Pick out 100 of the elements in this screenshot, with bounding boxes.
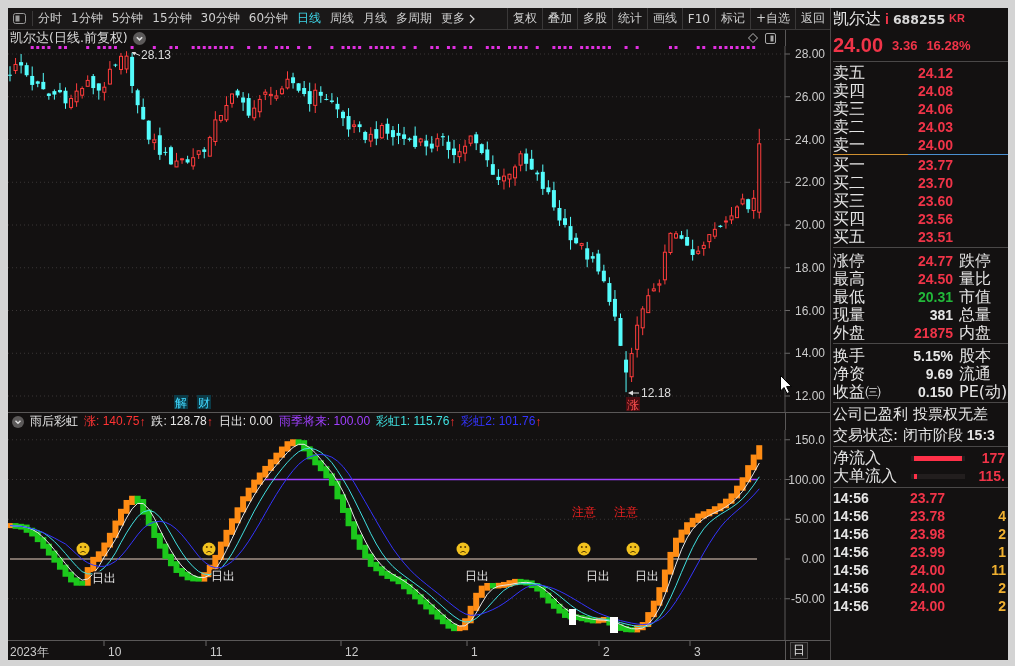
- face-icon: [76, 542, 90, 556]
- trade-status: 交易状态: 闭市阶段: [833, 425, 963, 445]
- sunrise-label: 日出: [635, 569, 659, 583]
- legend-entry: 雨季将来: 100.00: [278, 413, 371, 430]
- flow-value: 177: [980, 450, 1006, 466]
- toolbar-button[interactable]: 叠加: [541, 8, 577, 29]
- period-tab[interactable]: 月线: [363, 10, 388, 27]
- tick-time: 14:56: [833, 544, 870, 560]
- price-axis-label: 22.00: [794, 175, 825, 190]
- panel-toggle-icon[interactable]: [765, 32, 776, 44]
- low-price-label: 12.18: [641, 386, 672, 400]
- period-switch-button[interactable]: 日: [790, 642, 808, 659]
- signal-marker: [569, 609, 576, 625]
- status-time: 15:3: [966, 427, 995, 443]
- ask-level-label: 卖一: [833, 136, 866, 154]
- period-tab[interactable]: 30分钟: [200, 10, 240, 27]
- toolbar-button[interactable]: 标记: [714, 8, 750, 29]
- time-axis-label: 11: [210, 645, 223, 659]
- panel-toggle-icon[interactable]: [13, 13, 26, 24]
- period-tab[interactable]: 60分钟: [248, 10, 289, 27]
- stat-label: 最低: [833, 288, 866, 306]
- stat-label: 现量: [833, 306, 866, 324]
- stat-label: 最高: [833, 270, 866, 288]
- indicator-name: 雨后彩虹: [30, 413, 78, 430]
- tick-time: 14:56: [833, 508, 870, 524]
- bid-price: 23.70: [916, 175, 953, 191]
- stat-label: 收益㈢: [833, 383, 882, 401]
- limit-up-badge[interactable]: 涨: [626, 397, 640, 412]
- last-price: 24.00: [833, 34, 884, 57]
- toolbar-button[interactable]: 多股: [576, 8, 612, 29]
- event-badge[interactable]: 解: [174, 395, 188, 410]
- sunrise-label: 日出: [465, 569, 489, 583]
- ask-price: 24.00: [916, 137, 953, 153]
- toolbar-button[interactable]: 复权: [506, 8, 542, 29]
- dropdown-icon[interactable]: [132, 31, 146, 45]
- signal-marker: [610, 617, 618, 633]
- indicator-axis-label: 150.0: [794, 432, 825, 447]
- bid-price: 23.60: [916, 193, 953, 209]
- bid-price: 23.51: [916, 229, 953, 245]
- collapse-icon[interactable]: [12, 415, 24, 428]
- toolbar-button[interactable]: 画线: [646, 8, 682, 29]
- stat-label: 涨停: [833, 252, 866, 270]
- stat-value: 24.50: [916, 271, 953, 287]
- face-icon: [626, 542, 640, 556]
- stat-label: 市值: [959, 288, 992, 306]
- company-note: 公司已盈利 投票权无差: [833, 404, 989, 424]
- stat-value: 0.150: [916, 384, 953, 400]
- stock-code: 688255: [892, 11, 946, 27]
- period-tab[interactable]: 多周期: [396, 10, 433, 27]
- trend-arrow: ↑: [449, 414, 456, 429]
- trend-arrow: ↑: [206, 414, 213, 429]
- more-menu-button[interactable]: 更多: [441, 10, 476, 27]
- tick-price: 23.99: [910, 544, 947, 560]
- period-tab[interactable]: 5分钟: [111, 10, 144, 27]
- time-axis-label: 1: [471, 645, 478, 659]
- bid-level-label: 买四: [833, 210, 866, 228]
- period-tab[interactable]: 1分钟: [71, 10, 103, 27]
- event-badge[interactable]: 财: [197, 395, 211, 410]
- chart-title: 凯尔达(日线.前复权): [10, 29, 128, 47]
- period-tab[interactable]: 周线: [330, 10, 355, 27]
- bid-price: 23.56: [916, 211, 953, 227]
- toolbar-button[interactable]: F10: [681, 8, 715, 29]
- stat-label: 净资: [833, 365, 866, 383]
- toolbar-button[interactable]: 统计: [611, 8, 647, 29]
- stat-label: 换手: [833, 347, 866, 365]
- diamond-icon[interactable]: [748, 33, 758, 43]
- legend-entry: 涨: 140.75: [84, 413, 140, 430]
- stat-value: 5.15%: [912, 348, 953, 364]
- stat-label: 外盘: [833, 324, 866, 342]
- tick-volume: 2: [997, 526, 1007, 542]
- price-axis-label: 20.00: [794, 218, 825, 232]
- stat-label: 跌停: [959, 252, 992, 270]
- ask-level-label: 卖五: [833, 64, 866, 82]
- legend-entry: 彩虹2: 101.76: [461, 413, 536, 430]
- info-mark[interactable]: i: [885, 11, 889, 27]
- toolbar-button[interactable]: +自选: [749, 8, 795, 29]
- flow-label: 净流入: [833, 449, 882, 467]
- indicator-axis-label: 100.00: [788, 472, 825, 487]
- time-axis-label: 12: [345, 645, 359, 659]
- price-axis-label: 16.00: [794, 303, 825, 318]
- tick-price: 23.77: [910, 490, 947, 506]
- stock-name: 凯尔达: [833, 8, 881, 30]
- leader-arrow: [628, 390, 640, 396]
- toolbar-button[interactable]: 返回: [795, 8, 830, 29]
- bid-level-label: 买三: [833, 192, 866, 210]
- ask-level-label: 卖二: [833, 118, 866, 136]
- period-tab[interactable]: 日线: [297, 10, 322, 27]
- stat-label: 内盘: [959, 324, 992, 342]
- tick-time: 14:56: [833, 562, 870, 578]
- time-axis-label: 2: [603, 645, 610, 659]
- legend-entry: 彩虹1: 115.76: [376, 413, 450, 430]
- tick-price: 24.00: [910, 598, 947, 614]
- ask-price: 24.08: [916, 83, 953, 99]
- indicator-axis-label: -50.00: [790, 591, 825, 606]
- stat-label: PE(动): [959, 383, 1008, 401]
- tick-volume: 2: [997, 580, 1007, 596]
- period-tab[interactable]: 分时: [38, 10, 62, 27]
- tick-time: 14:56: [833, 526, 870, 542]
- face-icon: [456, 542, 470, 556]
- period-tab[interactable]: 15分钟: [152, 10, 192, 27]
